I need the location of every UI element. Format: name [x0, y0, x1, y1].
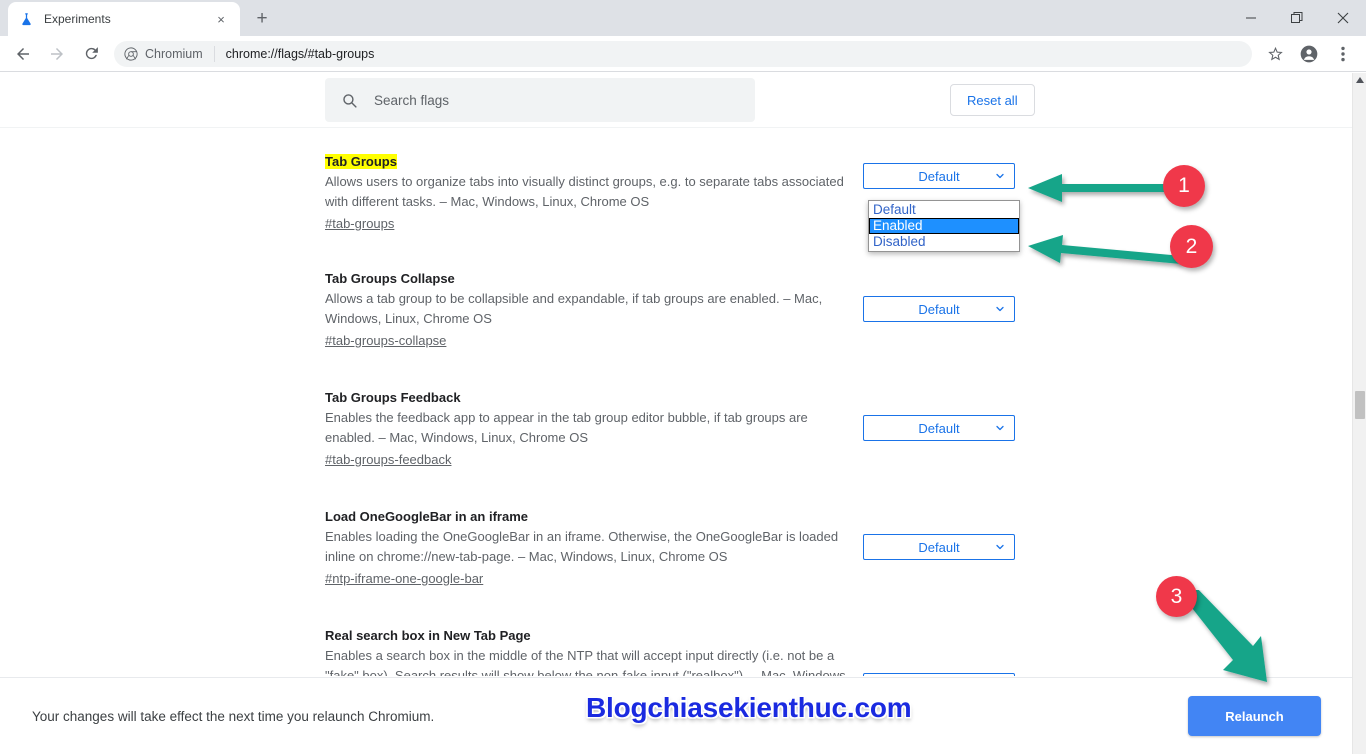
- window-controls: [1228, 0, 1366, 36]
- ntp-realbox-select[interactable]: Default: [863, 673, 1015, 676]
- scrollbar-thumb[interactable]: [1355, 391, 1365, 419]
- flag-info: Real search box in New Tab Page Enables …: [325, 627, 863, 676]
- flags-search-header: Reset all: [0, 73, 1366, 128]
- dropdown-option-default[interactable]: Default: [869, 202, 1019, 218]
- tab-groups-feedback-select[interactable]: Default: [863, 415, 1015, 441]
- account-icon[interactable]: [1294, 39, 1324, 69]
- omnibox-divider: [213, 45, 215, 62]
- flag-anchor-link[interactable]: #tab-groups-collapse: [325, 333, 446, 348]
- tab-groups-collapse-select[interactable]: Default: [863, 296, 1015, 322]
- forward-arrow-icon[interactable]: [42, 39, 72, 69]
- tab-groups-dropdown-list[interactable]: Default Enabled Disabled: [868, 200, 1020, 252]
- chevron-down-icon: [994, 422, 1006, 434]
- select-value: Default: [918, 301, 960, 317]
- flag-entry: Tab Groups Allows users to organize tabs…: [0, 129, 1366, 233]
- dropdown-option-enabled[interactable]: Enabled: [869, 218, 1019, 234]
- annotation-step-1: 1: [1163, 165, 1205, 207]
- chevron-down-icon: [994, 541, 1006, 553]
- tab-title: Experiments: [44, 12, 111, 26]
- flag-description: Enables the feedback app to appear in th…: [325, 410, 808, 445]
- flag-info: Tab Groups Collapse Allows a tab group t…: [325, 270, 863, 350]
- tab-groups-select[interactable]: Default: [863, 163, 1015, 189]
- url-text: chrome://flags/#tab-groups: [225, 46, 375, 61]
- restore-icon[interactable]: [1274, 0, 1320, 36]
- select-value: Default: [918, 168, 960, 184]
- flag-name: Real search box in New Tab Page: [325, 628, 531, 643]
- minimize-icon[interactable]: [1228, 0, 1274, 36]
- flag-control: Default: [863, 508, 1015, 588]
- flag-entry: Load OneGoogleBar in an iframe Enables l…: [0, 469, 1366, 588]
- flag-info: Tab Groups Feedback Enables the feedback…: [325, 389, 863, 469]
- browser-tab-experiments[interactable]: Experiments ×: [8, 2, 240, 36]
- toolbar-right-actions: [1258, 39, 1360, 69]
- annotation-step-2: 2: [1170, 225, 1213, 268]
- close-icon[interactable]: ×: [212, 10, 230, 28]
- flag-description: Enables a search box in the middle of th…: [325, 648, 850, 676]
- three-dot-menu-icon[interactable]: [1328, 39, 1358, 69]
- flask-icon: [18, 11, 34, 27]
- relaunch-button[interactable]: Relaunch: [1188, 696, 1321, 736]
- dropdown-option-disabled[interactable]: Disabled: [869, 234, 1019, 250]
- flag-name: Load OneGoogleBar in an iframe: [325, 509, 528, 524]
- tab-strip: Experiments × +: [0, 0, 1366, 36]
- search-flags-box[interactable]: [325, 78, 755, 122]
- scroll-up-arrow-icon[interactable]: [1353, 73, 1366, 87]
- flag-description: Enables loading the OneGoogleBar in an i…: [325, 529, 839, 564]
- flag-control: Default: [863, 627, 1015, 676]
- new-tab-button[interactable]: +: [248, 5, 276, 33]
- chevron-down-icon: [994, 170, 1006, 182]
- flag-name: Tab Groups Collapse: [325, 271, 455, 286]
- flag-description: Allows a tab group to be collapsible and…: [325, 291, 823, 326]
- watermark: Blogchiasekienthuc.com: [586, 692, 912, 723]
- flag-entry: Tab Groups Collapse Allows a tab group t…: [0, 233, 1366, 350]
- flag-control: Default: [863, 270, 1015, 350]
- flag-entry: Tab Groups Feedback Enables the feedback…: [0, 350, 1366, 469]
- flags-page: Reset all Tab Groups Allows users to org…: [0, 73, 1366, 754]
- search-icon: [341, 92, 358, 109]
- back-arrow-icon[interactable]: [8, 39, 38, 69]
- close-icon[interactable]: [1320, 0, 1366, 36]
- search-input[interactable]: [372, 91, 739, 109]
- star-icon[interactable]: [1260, 39, 1290, 69]
- chromium-icon: [124, 46, 138, 61]
- flag-info: Tab Groups Allows users to organize tabs…: [325, 153, 863, 233]
- flag-name: Tab Groups: [325, 154, 397, 169]
- site-identity-label: Chromium: [145, 46, 203, 61]
- relaunch-message: Your changes will take effect the next t…: [32, 708, 435, 724]
- flag-anchor-link[interactable]: #ntp-iframe-one-google-bar: [325, 571, 483, 586]
- chevron-down-icon: [994, 303, 1006, 315]
- select-value: Default: [918, 539, 960, 555]
- flag-name: Tab Groups Feedback: [325, 390, 461, 405]
- flag-control: Default: [863, 389, 1015, 469]
- ntp-iframe-one-google-bar-select[interactable]: Default: [863, 534, 1015, 560]
- select-value: Default: [918, 420, 960, 436]
- flag-info: Load OneGoogleBar in an iframe Enables l…: [325, 508, 863, 588]
- flag-description: Allows users to organize tabs into visua…: [325, 174, 844, 209]
- address-bar[interactable]: Chromium chrome://flags/#tab-groups: [114, 40, 1252, 67]
- flag-anchor-link[interactable]: #tab-groups-feedback: [325, 452, 451, 467]
- site-identity-chip[interactable]: Chromium: [124, 47, 203, 61]
- page-scrollbar[interactable]: [1352, 73, 1366, 754]
- reload-icon[interactable]: [76, 39, 106, 69]
- flag-anchor-link[interactable]: #tab-groups: [325, 216, 394, 231]
- annotation-step-3: 3: [1156, 576, 1197, 617]
- browser-toolbar: Chromium chrome://flags/#tab-groups: [0, 36, 1366, 72]
- reset-all-button[interactable]: Reset all: [950, 84, 1035, 116]
